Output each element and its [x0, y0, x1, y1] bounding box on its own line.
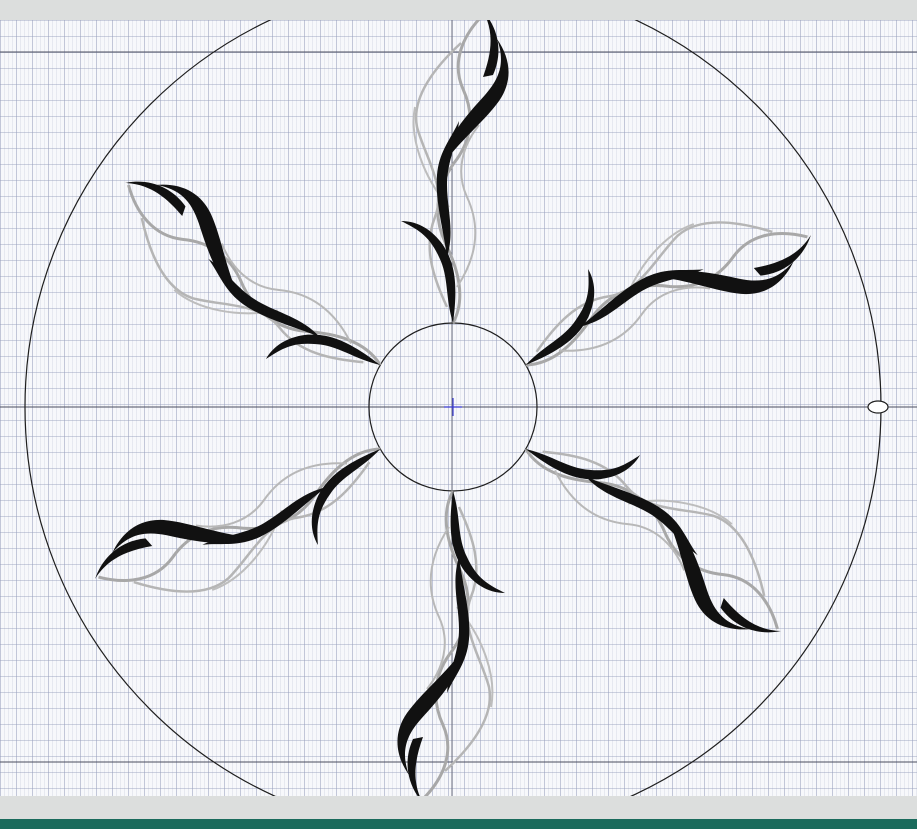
embroidery-editor-window: [0, 0, 917, 829]
resize-handle[interactable]: [867, 400, 889, 414]
design-overlay[interactable]: [0, 0, 917, 829]
design-area: [0, 20, 917, 796]
